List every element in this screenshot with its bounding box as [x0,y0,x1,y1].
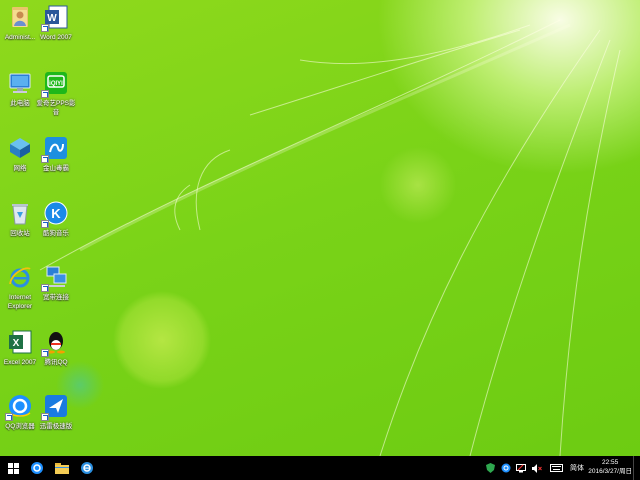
file-explorer-icon [55,463,69,474]
desktop-icon-kugou[interactable]: K 酷狗音乐 [36,200,76,238]
iqiyi-icon: iQIYI [41,70,69,98]
clock-time: 22:55 [601,459,619,466]
taskbar: 简体 22:55 2016/3/27/周日 [0,456,640,480]
desktop-icon-label: Word 2007 [40,34,72,41]
svg-text:X: X [13,338,20,349]
qq-icon [41,329,69,357]
shortcut-arrow-icon [41,220,49,228]
windows-start-icon [7,462,19,474]
desktop-icon-xunlei[interactable]: 迅雷极速版 [36,393,76,431]
network-icon [516,463,526,472]
show-desktop-button[interactable] [633,456,640,480]
shield-icon [485,463,495,473]
internet-explorer-icon [81,462,93,474]
xunlei-icon [41,393,69,421]
desktop-icon-this-pc[interactable]: 此电脑 [0,70,40,108]
desktop-icon-label: 此电脑 [10,100,30,107]
computer-icon [7,70,33,96]
start-button[interactable] [0,456,26,480]
desktop-icon-label: 腾讯QQ [44,359,68,366]
qq-browser-icon [31,462,43,474]
svg-text:W: W [47,13,57,24]
user-folder-icon [7,4,33,30]
qq-browser-icon [5,393,33,421]
excel-icon: X [7,329,33,355]
desktop-icon-qq[interactable]: 腾讯QQ [36,329,76,367]
desktop-icon-label: Internet Explorer [7,294,33,310]
kugou-music-icon: K [41,200,69,228]
shortcut-arrow-icon [41,24,49,32]
shortcut-arrow-icon [41,284,49,292]
desktop-icon-qq-browser[interactable]: QQ浏览器 [0,393,40,431]
desktop-icon-label: 爱奇艺PPS影音 [36,100,76,116]
desktop-icon-recycle-bin[interactable]: 回收站 [0,200,40,238]
tray-volume[interactable] [531,456,543,480]
desktop-icon-label: QQ浏览器 [5,423,35,430]
desktop-icon-label: 网络 [13,165,27,172]
tray-qq-browser[interactable] [500,456,512,480]
network-icon [7,135,33,161]
desktop-icon-broadband[interactable]: 宽带连接 [36,264,76,302]
broadband-connection-icon [41,264,69,292]
desktop-icon-network[interactable]: 网络 [0,135,40,173]
desktop-icon-label: 酷狗音乐 [43,230,69,237]
desktop-icon-iqiyi[interactable]: iQIYI 爱奇艺PPS影音 [36,70,76,117]
shortcut-arrow-icon [41,155,49,163]
volume-icon [532,463,542,473]
keyboard-icon [549,464,563,472]
desktop-icon-label: 迅雷极速版 [39,423,73,430]
tray-network[interactable] [515,456,527,480]
shortcut-arrow-icon [5,413,13,421]
tray-shield[interactable] [484,456,496,480]
taskbar-file-explorer[interactable] [49,456,75,480]
qq-browser-tray-icon [501,463,511,473]
desktop-icon-kingsoft[interactable]: 金山毒霸 [36,135,76,173]
clock-date: 2016/3/27/周日 [588,468,632,475]
system-clock[interactable]: 22:55 2016/3/27/周日 [588,458,632,476]
svg-text:iQIYI: iQIYI [49,81,63,87]
shortcut-arrow-icon [41,413,49,421]
wallpaper-rays [39,19,621,456]
desktop-icon-word[interactable]: W Word 2007 [36,4,76,42]
desktop-icon-label: 回收站 [10,230,30,237]
desktop-icon-excel[interactable]: X Excel 2007 [0,329,40,367]
ime-indicator[interactable]: 简体 [567,456,587,480]
taskbar-internet-explorer[interactable] [74,456,100,480]
desktop-icon-administrator[interactable]: Administ... [0,4,40,42]
desktop-icon-label: 宽带连接 [43,294,69,301]
desktop-icon-label: 金山毒霸 [43,165,69,172]
shortcut-arrow-icon [41,349,49,357]
desktop-icon-label: Excel 2007 [3,359,37,366]
desktop-icon-internet-explorer[interactable]: Internet Explorer [0,264,40,311]
shortcut-arrow-icon [41,90,49,98]
desktop-icon-label: Administ... [4,34,36,41]
svg-text:K: K [51,206,61,221]
taskbar-qq-browser[interactable] [24,456,50,480]
recycle-bin-icon [7,200,33,226]
word-icon: W [41,4,69,32]
tray-keyboard[interactable] [548,456,564,480]
internet-explorer-icon [7,264,33,290]
kingsoft-antivirus-icon [41,135,69,163]
